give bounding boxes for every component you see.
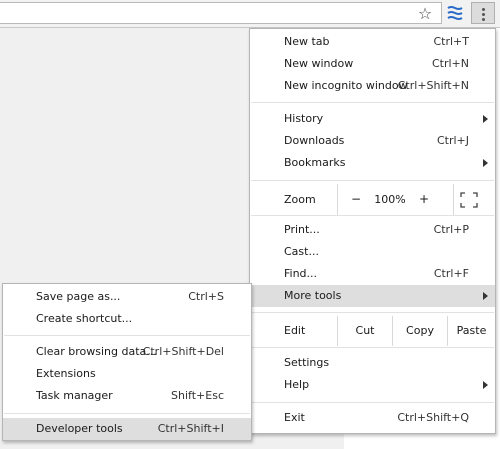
menu-item-new-incognito-window[interactable]: New incognito window Ctrl+Shift+N <box>250 75 495 97</box>
zoom-in-button[interactable]: + <box>416 184 432 215</box>
menu-separator <box>251 347 494 348</box>
edit-label: Edit <box>284 324 306 337</box>
menu-item-history[interactable]: History <box>250 108 495 130</box>
browser-window: ☆ New tab Ctrl+T New window Ctrl+N New i… <box>0 0 500 449</box>
submenu-item-label: Clear browsing data... <box>36 345 157 358</box>
menu-item-shortcut: Ctrl+P <box>433 223 469 236</box>
menu-dot <box>482 13 485 16</box>
menu-item-shortcut: Ctrl+J <box>436 134 469 147</box>
submenu-item-clear-browsing-data[interactable]: Clear browsing data... Ctrl+Shift+Del <box>3 341 251 363</box>
menu-item-label: More tools <box>284 289 342 302</box>
menu-separator <box>251 312 494 313</box>
menu-item-label: New tab <box>284 35 330 48</box>
menu-item-help[interactable]: Help <box>250 374 495 396</box>
menu-item-edit: Edit Cut Copy Paste <box>250 316 495 346</box>
menu-item-bookmarks[interactable]: Bookmarks <box>250 152 495 174</box>
extension-icon[interactable] <box>447 4 463 22</box>
submenu-arrow-icon <box>483 292 488 300</box>
menu-item-new-tab[interactable]: New tab Ctrl+T <box>250 31 495 53</box>
submenu-item-shortcut: Ctrl+Shift+Del <box>142 345 224 358</box>
menu-item-label: Exit <box>284 411 305 424</box>
menu-item-label: Help <box>284 378 310 391</box>
submenu-item-developer-tools[interactable]: Developer tools Ctrl+Shift+I <box>3 418 251 440</box>
menu-item-label: Downloads <box>284 134 345 147</box>
browser-toolbar: ☆ <box>0 0 500 28</box>
more-tools-submenu: Save page as... Ctrl+S Create shortcut..… <box>2 283 252 441</box>
copy-button[interactable]: Copy <box>392 316 447 346</box>
menu-item-downloads[interactable]: Downloads Ctrl+J <box>250 130 495 152</box>
submenu-item-shortcut: Ctrl+Shift+I <box>157 422 224 435</box>
zoom-level: 100% <box>374 193 406 206</box>
submenu-item-label: Create shortcut... <box>36 312 133 325</box>
zoom-label: Zoom <box>284 193 316 206</box>
menu-item-shortcut: Ctrl+Shift+Q <box>397 411 469 424</box>
menu-item-find[interactable]: Find... Ctrl+F <box>250 263 495 285</box>
menu-item-label: Print... <box>284 223 320 236</box>
menu-item-print[interactable]: Print... Ctrl+P <box>250 219 495 241</box>
menu-item-label: History <box>284 112 324 125</box>
menu-separator <box>251 102 494 103</box>
submenu-item-extensions[interactable]: Extensions <box>3 363 251 385</box>
menu-item-shortcut: Ctrl+T <box>433 35 469 48</box>
menu-separator <box>251 402 494 403</box>
submenu-arrow-icon <box>483 159 488 167</box>
submenu-item-label: Save page as... <box>36 290 121 303</box>
zoom-controls: − 100% + <box>337 184 454 215</box>
paste-button[interactable]: Paste <box>447 316 495 346</box>
submenu-arrow-icon <box>483 115 488 123</box>
submenu-item-label: Developer tools <box>36 422 123 435</box>
menu-separator <box>251 215 494 216</box>
address-bar[interactable] <box>0 2 442 24</box>
menu-item-more-tools[interactable]: More tools <box>250 285 495 307</box>
menu-item-shortcut: Ctrl+Shift+N <box>397 79 469 92</box>
submenu-item-save-page[interactable]: Save page as... Ctrl+S <box>3 286 251 308</box>
menu-item-label: Settings <box>284 356 330 369</box>
menu-item-cast[interactable]: Cast... <box>250 241 495 263</box>
fullscreen-icon[interactable] <box>460 192 478 208</box>
menu-item-settings[interactable]: Settings <box>250 352 495 374</box>
menu-dot <box>482 8 485 11</box>
bookmark-star-icon[interactable]: ☆ <box>415 4 435 23</box>
submenu-item-task-manager[interactable]: Task manager Shift+Esc <box>3 385 251 407</box>
menu-item-label: Bookmarks <box>284 156 346 169</box>
submenu-item-shortcut: Ctrl+S <box>188 290 224 303</box>
submenu-item-label: Task manager <box>36 389 113 402</box>
menu-item-shortcut: Ctrl+N <box>431 57 469 70</box>
cut-button[interactable]: Cut <box>337 316 392 346</box>
menu-item-shortcut: Ctrl+F <box>433 267 469 280</box>
menu-item-label: Find... <box>284 267 318 280</box>
submenu-item-shortcut: Shift+Esc <box>171 389 224 402</box>
menu-separator <box>251 180 494 181</box>
zoom-out-button[interactable]: − <box>348 184 364 215</box>
menu-item-label: New incognito window <box>284 79 408 92</box>
chrome-main-menu: New tab Ctrl+T New window Ctrl+N New inc… <box>249 28 496 434</box>
menu-dot <box>482 18 485 21</box>
menu-separator <box>4 335 250 336</box>
menu-item-exit[interactable]: Exit Ctrl+Shift+Q <box>250 407 495 429</box>
menu-separator <box>4 413 250 414</box>
menu-item-label: Cast... <box>284 245 319 258</box>
three-dot-menu-icon[interactable] <box>471 2 495 24</box>
submenu-item-label: Extensions <box>36 367 96 380</box>
submenu-arrow-icon <box>483 381 488 389</box>
menu-item-zoom: Zoom − 100% + <box>250 184 495 215</box>
submenu-item-create-shortcut[interactable]: Create shortcut... <box>3 308 251 330</box>
menu-item-label: New window <box>284 57 354 70</box>
menu-item-new-window[interactable]: New window Ctrl+N <box>250 53 495 75</box>
